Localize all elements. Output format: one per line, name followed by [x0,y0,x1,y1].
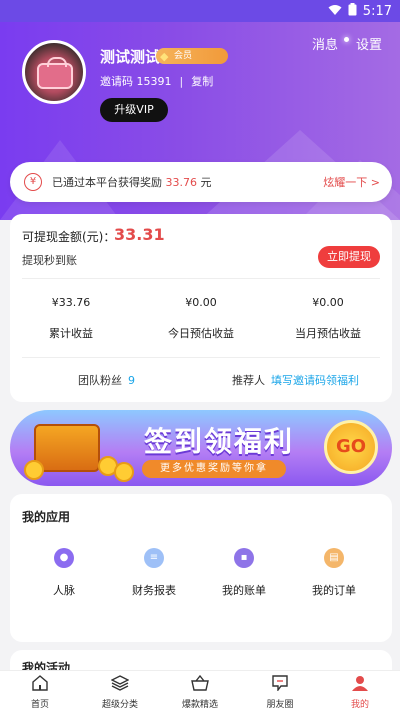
stat-value: ¥0.00 [185,296,217,309]
stat-value: ¥0.00 [312,296,344,309]
stat-total-earnings[interactable]: ¥33.76 累计收益 [11,296,131,341]
go-button[interactable]: GO [324,420,378,474]
settings-link[interactable]: 设置 [343,34,382,53]
wifi-icon [328,4,342,20]
layers-icon [110,675,130,691]
header-links: 消息 设置 [312,34,382,53]
withdraw-button[interactable]: 立即提现 [318,246,380,268]
app-contacts[interactable]: ● 人脉 [24,548,104,598]
reward-text: 已通过本平台获得奖励 33.76 元 [52,174,212,190]
user-name: 测试测试 [100,48,161,66]
notification-dot [343,37,349,42]
app-label: 我的账单 [222,584,266,597]
tab-label: 首页 [30,700,49,710]
upgrade-vip-button[interactable]: 升级VIP [100,98,168,122]
vip-badge-label: 会员 [174,51,193,61]
diamond-icon: ◆ [160,50,169,63]
status-icons: 5:17 [328,3,392,20]
tab-mine[interactable]: 我的 [320,671,400,711]
invite-code-row: 邀请码 15391 | 复制 [100,73,213,89]
earnings-card: 可提现金额(元)： 33.31 提现秒到账 立即提现 ¥33.76 累计收益 ¥… [10,214,392,402]
treasure-chest-icon [34,424,100,472]
referrer-link[interactable]: 填写邀请码领福利 [271,374,359,387]
show-off-link[interactable]: 炫耀一下 > [323,174,380,190]
tab-label: 爆款精选 [181,700,218,710]
stat-label: 累计收益 [49,327,93,340]
user-icon [352,676,368,691]
app-my-orders[interactable]: ▤ 我的订单 [294,548,374,598]
stat-value: ¥33.76 [51,296,91,309]
my-apps-card: 我的应用 ● 人脉 ≡ 财务报表 ▪ 我的账单 ▤ 我的订单 [10,494,392,642]
tab-home[interactable]: 首页 [0,671,80,711]
contacts-icon: ● [54,548,74,568]
banner-subtitle: 更多优惠奖励等你拿 [142,460,286,478]
coin-icon [114,462,134,482]
reward-bar: ¥ 已通过本平台获得奖励 33.76 元 炫耀一下 > [10,162,392,202]
app-financial-report[interactable]: ≡ 财务报表 [114,548,194,598]
divider [22,278,380,279]
divider [22,357,380,358]
stat-label: 今日预估收益 [168,327,234,340]
banner-title: 签到领福利 [144,425,295,458]
bill-icon: ▪ [234,548,254,568]
app-label: 财务报表 [132,584,176,597]
reward-amount: 33.76 [165,176,198,189]
referrer-row: 推荐人 填写邀请码领福利 [232,372,359,388]
basket-icon [191,674,209,691]
referrer-label: 推荐人 [232,374,265,387]
invite-code: 15391 [136,75,172,88]
messages-link[interactable]: 消息 [312,34,338,53]
tab-label: 我的 [350,700,369,710]
order-icon: ▤ [324,548,344,568]
avatar-image [37,57,73,89]
separator: | [179,74,184,88]
stat-label: 当月预估收益 [295,327,361,340]
team-label: 团队粉丝 [78,374,122,387]
settings-label: 设置 [355,38,382,53]
vip-badge: ◆ 会员 [156,48,228,64]
app-label: 人脉 [53,584,75,597]
reward-suffix: 元 [200,176,212,189]
bottom-tab-bar: 首页 超级分类 爆款精选 朋友圈 我的 [0,670,400,711]
stat-today-estimate[interactable]: ¥0.00 今日预估收益 [141,296,261,341]
moments-icon [272,675,288,693]
tab-moments[interactable]: 朋友圈 [240,671,320,711]
checkin-banner[interactable]: 签到领福利 更多优惠奖励等你拿 GO [10,410,392,486]
copy-button[interactable]: 复制 [191,73,213,89]
invite-label: 邀请码 [100,75,133,88]
report-icon: ≡ [144,548,164,568]
reward-prefix: 已通过本平台获得奖励 [52,176,162,189]
team-fans[interactable]: 团队粉丝 9 [78,372,135,388]
withdraw-label: 可提现金额(元)： [22,230,116,244]
withdraw-subtext: 提现秒到账 [22,254,77,267]
home-icon [32,675,48,691]
tab-hot-picks[interactable]: 爆款精选 [160,671,240,711]
reward-bag-icon: ¥ [24,173,42,191]
mountain-decoration [0,130,400,220]
coin-icon [24,460,44,480]
battery-icon [348,3,357,20]
tab-label: 超级分类 [101,700,138,710]
app-my-bill[interactable]: ▪ 我的账单 [204,548,284,598]
status-bar: 5:17 [0,0,400,22]
avatar[interactable] [22,40,86,104]
stat-month-estimate[interactable]: ¥0.00 当月预估收益 [268,296,388,341]
tab-categories[interactable]: 超级分类 [80,671,160,711]
app-label: 我的订单 [312,584,356,597]
status-time: 5:17 [362,4,392,19]
apps-title: 我的应用 [22,510,71,524]
withdraw-amount: 33.31 [114,225,165,244]
team-count: 9 [128,374,135,387]
tab-label: 朋友圈 [266,700,294,710]
